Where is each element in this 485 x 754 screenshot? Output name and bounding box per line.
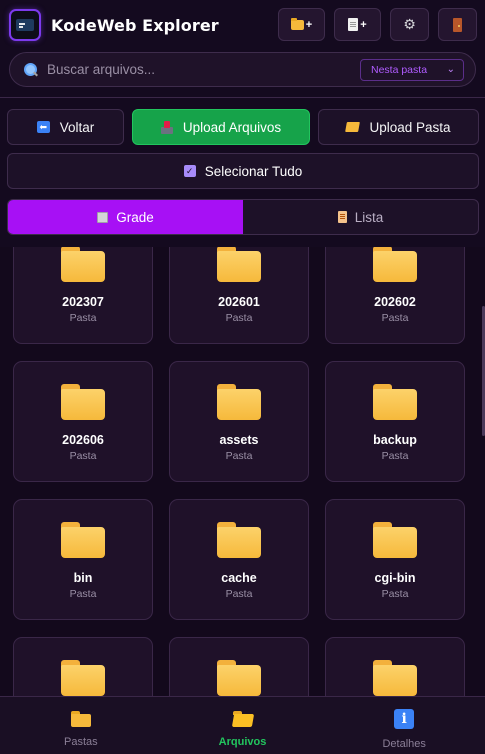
plus-icon: + [360,18,367,31]
search-input[interactable] [47,53,360,86]
folder-type: Pasta [69,450,97,462]
new-file-button[interactable]: + [334,8,381,41]
search-icon [24,62,38,77]
folder-type: Pasta [69,312,97,324]
folder-icon [373,522,417,558]
search-scope-label: Nesta pasta [371,63,428,76]
folder-icon [61,384,105,420]
folder-name: 202602 [374,295,416,309]
folder-icon [373,247,417,282]
folder-icon [70,711,91,727]
folder-icon [217,247,261,282]
folder-card[interactable] [325,637,465,696]
list-icon [337,211,347,223]
view-toggle: Grade Lista [7,199,479,235]
app-logo-icon [9,9,41,41]
folder-icon [61,660,105,696]
folder-name: bin [73,571,93,585]
plus-icon: + [305,18,313,31]
folder-card[interactable]: 202606 Pasta [13,361,153,482]
file-icon [348,18,359,31]
folder-card[interactable]: 202602 Pasta [325,247,465,344]
grid-icon [97,211,109,223]
folder-card[interactable]: 202307 Pasta [13,247,153,344]
bottom-nav: Pastas Arquivos i Detalhes [0,696,485,754]
upload-folder-button[interactable]: Upload Pasta [318,109,479,145]
folder-card[interactable] [169,637,309,696]
search-scope-select[interactable]: Nesta pasta ⌄ [360,58,464,81]
search-bar: Nesta pasta ⌄ [9,52,476,87]
info-icon: i [394,709,415,729]
logout-button[interactable] [438,8,477,41]
app-title: KodeWeb Explorer [51,15,219,35]
nav-folders[interactable]: Pastas [0,697,162,754]
folder-card[interactable]: bin Pasta [13,499,153,620]
folder-icon [217,660,261,696]
open-folder-icon [231,711,254,727]
folder-type: Pasta [381,450,409,462]
grid-view-tab[interactable]: Grade [8,200,243,234]
file-grid: 202307 Pasta 202601 Pasta 202602 Pasta 202606 P… [13,247,465,696]
folder-card[interactable]: cgi-bin Pasta [325,499,465,620]
folder-type: Pasta [381,588,409,600]
file-grid-area: 202307 Pasta 202601 Pasta 202602 Pasta 202606 P… [0,247,485,696]
upload-folder-label: Upload Pasta [369,119,451,135]
folder-icon [61,522,105,558]
app-header: KodeWeb Explorer + + ⚙ [0,0,485,50]
folder-name: backup [373,433,417,447]
upload-files-button[interactable]: Upload Arquivos [132,109,310,145]
folder-name: cache [221,571,257,585]
folder-icon [217,384,261,420]
folder-type: Pasta [225,312,253,324]
folder-name: 202601 [218,295,260,309]
folder-name: 202606 [62,433,104,447]
folder-icon [217,522,261,558]
select-all-button[interactable]: ✓ Selecionar Tudo [7,153,479,189]
upload-files-label: Upload Arquivos [182,119,282,135]
door-icon [453,17,462,32]
list-view-tab[interactable]: Lista [243,200,478,234]
header-actions: + + ⚙ [278,8,477,41]
folder-type: Pasta [225,450,253,462]
grid-view-label: Grade [116,209,154,225]
open-folder-icon [345,122,361,132]
folder-name: 202307 [62,295,104,309]
folder-icon [373,384,417,420]
back-button[interactable]: ⬅ Voltar [7,109,124,145]
back-arrow-icon: ⬅ [36,121,50,133]
nav-details-label: Detalhes [382,738,426,750]
nav-details[interactable]: i Detalhes [323,697,485,754]
folder-name: assets [219,433,259,447]
folder-name: cgi-bin [374,571,416,585]
folder-card[interactable]: assets Pasta [169,361,309,482]
folder-card[interactable]: cache Pasta [169,499,309,620]
new-folder-button[interactable]: + [278,8,325,41]
folder-type: Pasta [381,312,409,324]
back-label: Voltar [59,119,95,135]
nav-files-label: Arquivos [218,736,267,748]
divider [0,97,485,98]
folder-icon [290,17,304,30]
checkbox-checked-icon: ✓ [183,165,196,177]
nav-files[interactable]: Arquivos [162,697,324,754]
select-all-label: Selecionar Tudo [204,163,303,179]
list-view-label: Lista [354,209,384,225]
gear-icon: ⚙ [403,16,416,32]
folder-type: Pasta [225,588,253,600]
folder-icon [61,247,105,282]
chevron-down-icon: ⌄ [446,64,455,75]
folder-card[interactable]: 202601 Pasta [169,247,309,344]
settings-button[interactable]: ⚙ [390,8,429,41]
folder-card[interactable] [13,637,153,696]
folder-type: Pasta [69,588,97,600]
folder-card[interactable]: backup Pasta [325,361,465,482]
upload-icon [160,120,173,134]
nav-folders-label: Pastas [64,736,98,748]
folder-icon [373,660,417,696]
